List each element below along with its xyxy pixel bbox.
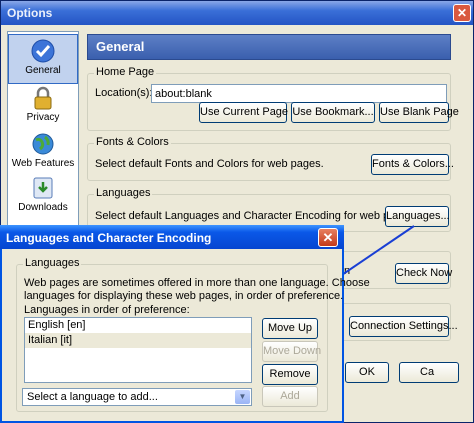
list-item[interactable]: Italian [it] — [25, 333, 251, 348]
move-down-button[interactable]: Move Down — [262, 341, 321, 362]
language-select[interactable]: Select a language to add... ▼ — [22, 388, 252, 406]
language-list[interactable]: English [en] Italian [it] — [24, 317, 252, 383]
languages-dialog-title: Languages and Character Encoding — [6, 231, 212, 245]
languages-close-button[interactable]: ✕ — [318, 228, 338, 247]
remove-button[interactable]: Remove — [262, 364, 318, 385]
move-up-button[interactable]: Move Up — [262, 318, 318, 339]
language-select-value: Select a language to add... — [27, 391, 158, 403]
dialog-description-line2: languages for displaying these web pages… — [24, 290, 344, 302]
add-button[interactable]: Add — [262, 386, 318, 407]
dialog-description-line1: Web pages are sometimes offered in more … — [24, 277, 370, 289]
chevron-down-icon[interactable]: ▼ — [235, 390, 250, 404]
dialog-languages-group-label: Languages — [23, 257, 82, 269]
language-list-label: Languages in order of preference: — [24, 304, 190, 316]
languages-titlebar[interactable]: Languages and Character Encoding ✕ — [0, 225, 344, 249]
list-item[interactable]: English [en] — [25, 318, 251, 333]
